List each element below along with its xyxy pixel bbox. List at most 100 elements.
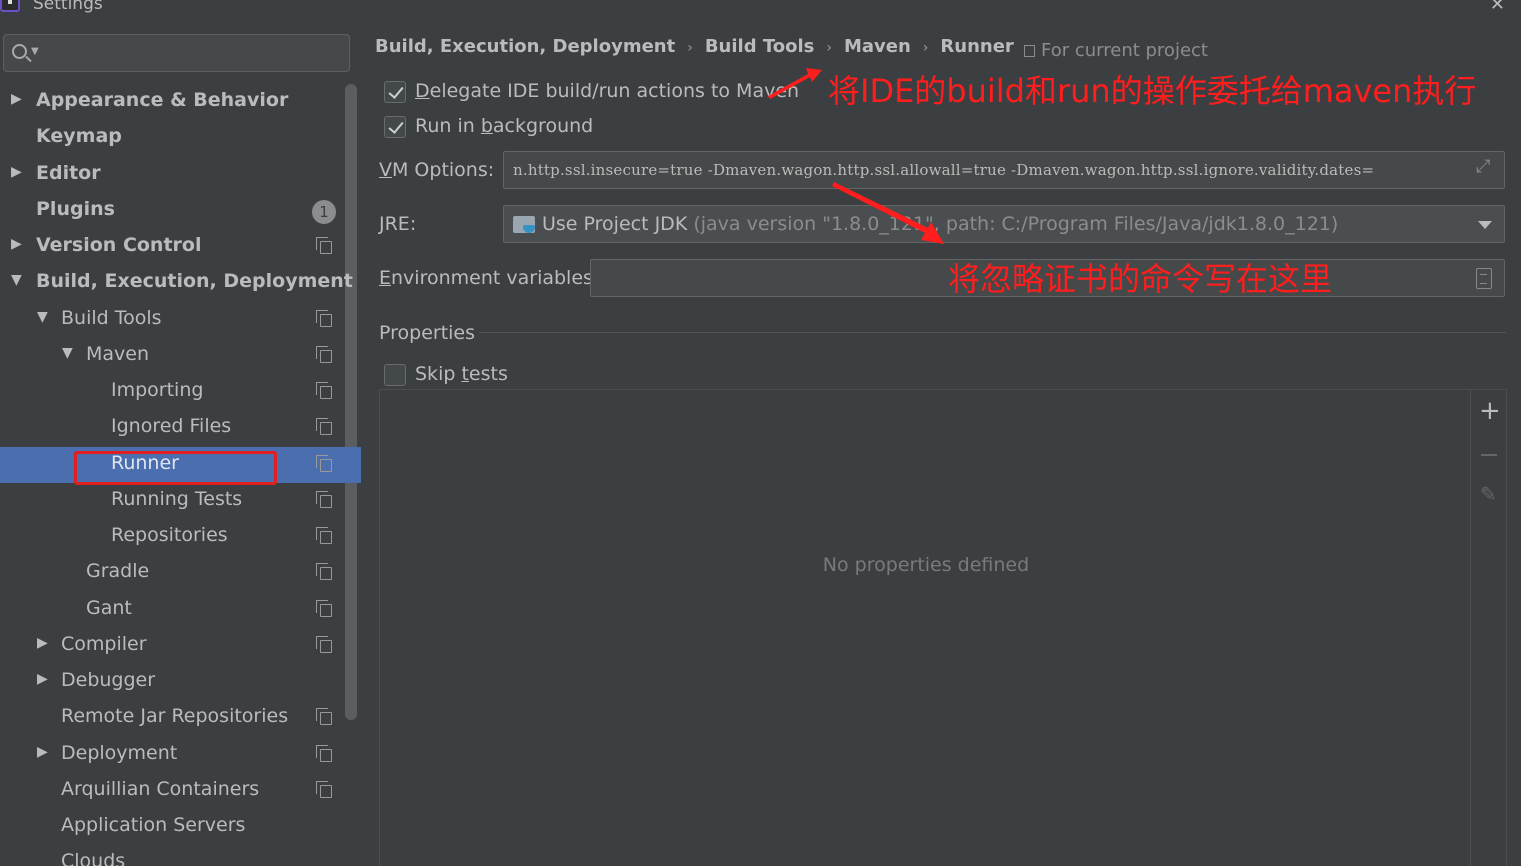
run-in-background-checkbox[interactable] [384,116,406,138]
sidebar-item-clouds[interactable]: Clouds [0,845,361,866]
chevron-down-icon[interactable] [1478,221,1492,229]
sidebar-item-version-control[interactable]: ▶ Version Control [0,229,361,265]
window-title: Settings [33,0,103,14]
sidebar-item-maven[interactable]: ▼ Maven [0,338,361,374]
sidebar-item-build-execution-deployment[interactable]: ▼ Build, Execution, Deployment [0,265,361,301]
document-icon[interactable] [1476,268,1492,289]
expand-arrow-icon[interactable]: ▶ [37,635,48,651]
expand-arrow-icon[interactable]: ▶ [11,236,22,252]
add-icon[interactable]: + [1479,396,1501,426]
project-scope-icon [316,237,332,254]
sidebar-item-debugger[interactable]: ▶ Debugger [0,664,361,700]
mnemonic-char: E [379,267,392,289]
env-variables-label: Environment variables: [379,267,599,289]
project-scope-icon [316,563,332,580]
breadcrumb-item[interactable]: Build Tools [705,36,815,57]
breadcrumb-separator: › [687,40,693,56]
breadcrumb-separator: › [922,40,929,56]
jre-value-main: Use Project JDK [542,213,688,235]
edit-icon[interactable]: ✎ [1480,482,1497,506]
label-text: Skip [415,363,462,385]
collapse-arrow-icon[interactable]: ▼ [11,272,22,288]
jre-selected-value: Use Project JDK (java version "1.8.0_121… [542,213,1338,235]
properties-table[interactable]: No properties defined + ✎ [379,389,1507,866]
expand-arrow-icon[interactable]: ▶ [11,164,22,180]
breadcrumb: Build, Execution, Deployment › Build Tools… [375,36,1014,57]
vm-options-value: n.http.ssl.insecure=true -Dmaven.wagon.h… [513,161,1375,179]
jre-select[interactable]: Use Project JDK (java version "1.8.0_121… [503,205,1505,243]
vm-options-label: VM Options: [379,159,494,181]
breadcrumb-item[interactable]: Build, Execution, Deployment [375,36,675,57]
project-scope-icon [1024,45,1035,57]
sidebar-item-build-tools[interactable]: ▼ Build Tools [0,302,361,338]
sidebar-item-gradle[interactable]: Gradle [0,555,361,591]
skip-tests-label[interactable]: Skip tests [415,363,508,385]
breadcrumb-separator: › [826,40,832,56]
mnemonic-char: D [415,80,430,102]
sidebar-item-compiler[interactable]: ▶ Compiler [0,628,361,664]
plugins-count-badge: 1 [312,200,336,224]
sidebar-item-label: Repositories [111,524,228,546]
annotation-vm-note: 将忽略证书的命令写在这里 [948,260,1333,298]
properties-empty-text: No properties defined [822,554,1030,576]
sidebar-item-label: Maven [86,343,150,365]
sidebar-item-appearance-behavior[interactable]: ▶ Appearance & Behavior [0,84,361,120]
expand-arrow-icon[interactable]: ▶ [11,91,22,107]
close-icon[interactable]: ✕ [1490,0,1505,15]
mnemonic-char: V [379,159,392,181]
sidebar-item-importing[interactable]: Importing [0,374,361,410]
label-text: ackground [492,115,594,137]
sidebar-item-plugins[interactable]: Plugins 1 [0,193,361,229]
jdk-folder-icon [513,216,535,233]
search-input[interactable]: ▼ [3,34,350,72]
intellij-app-icon [0,0,20,12]
collapse-arrow-icon[interactable]: ▼ [37,309,48,325]
breadcrumb-item[interactable]: Maven [844,36,911,57]
mnemonic-char: t [461,363,469,385]
delegate-label[interactable]: Delegate IDE build/run actions to Maven [415,80,799,102]
sidebar-item-label: Plugins [36,198,115,220]
sidebar-item-editor[interactable]: ▶ Editor [0,157,361,193]
sidebar-item-ignored-files[interactable]: Ignored Files [0,410,361,446]
chevron-down-icon[interactable]: ▼ [31,46,39,57]
properties-section-title: Properties [379,322,476,344]
vm-options-field[interactable]: n.http.ssl.insecure=true -Dmaven.wagon.h… [503,151,1505,189]
sidebar-item-remote-jar-repositories[interactable]: Remote Jar Repositories [0,700,361,736]
search-icon [12,44,27,59]
sidebar-item-keymap[interactable]: Keymap [0,120,361,156]
label-text: M Options: [392,159,495,181]
remove-icon[interactable] [1481,454,1497,456]
label-text: Run in [415,115,481,137]
sidebar-item-arquillian-containers[interactable]: Arquillian Containers [0,773,361,809]
project-scope-icon [316,527,332,544]
run-in-background-label[interactable]: Run in background [415,115,593,137]
sidebar-item-label: Version Control [36,234,202,256]
scope-label: For current project [1041,40,1208,61]
annotation-delegate-note: 将IDE的build和run的操作委托给maven执行 [828,72,1477,110]
skip-tests-checkbox[interactable] [384,364,406,386]
section-divider [479,332,1506,333]
sidebar-item-deployment[interactable]: ▶ Deployment [0,737,361,773]
breadcrumb-item: Runner [940,36,1014,57]
sidebar-item-label: Gant [86,597,132,619]
collapse-arrow-icon[interactable]: ▼ [62,345,73,361]
sidebar-item-label: Deployment [61,742,178,764]
sidebar-item-label: Remote Jar Repositories [61,705,289,727]
project-scope-icon [316,745,332,762]
expand-icon[interactable] [1468,152,1504,188]
expand-arrow-icon[interactable]: ▶ [37,671,48,687]
sidebar-item-repositories[interactable]: Repositories [0,519,361,555]
sidebar-item-application-servers[interactable]: Application Servers [0,809,361,845]
sidebar-item-label: Appearance & Behavior [36,89,289,111]
expand-arrow-icon[interactable]: ▶ [37,744,48,760]
sidebar-item-label: Application Servers [61,814,246,836]
sidebar-item-gant[interactable]: Gant [0,592,361,628]
sidebar-item-label: Gradle [86,560,150,582]
delegate-checkbox[interactable] [384,81,406,103]
runner-highlight-annotation [74,451,277,485]
jre-label: JRE: [379,213,416,235]
sidebar-item-label: Importing [111,379,204,401]
sidebar-item-label: Arquillian Containers [61,778,260,800]
sidebar-item-label: Build Tools [61,307,162,329]
sidebar-item-running-tests[interactable]: Running Tests [0,483,361,519]
